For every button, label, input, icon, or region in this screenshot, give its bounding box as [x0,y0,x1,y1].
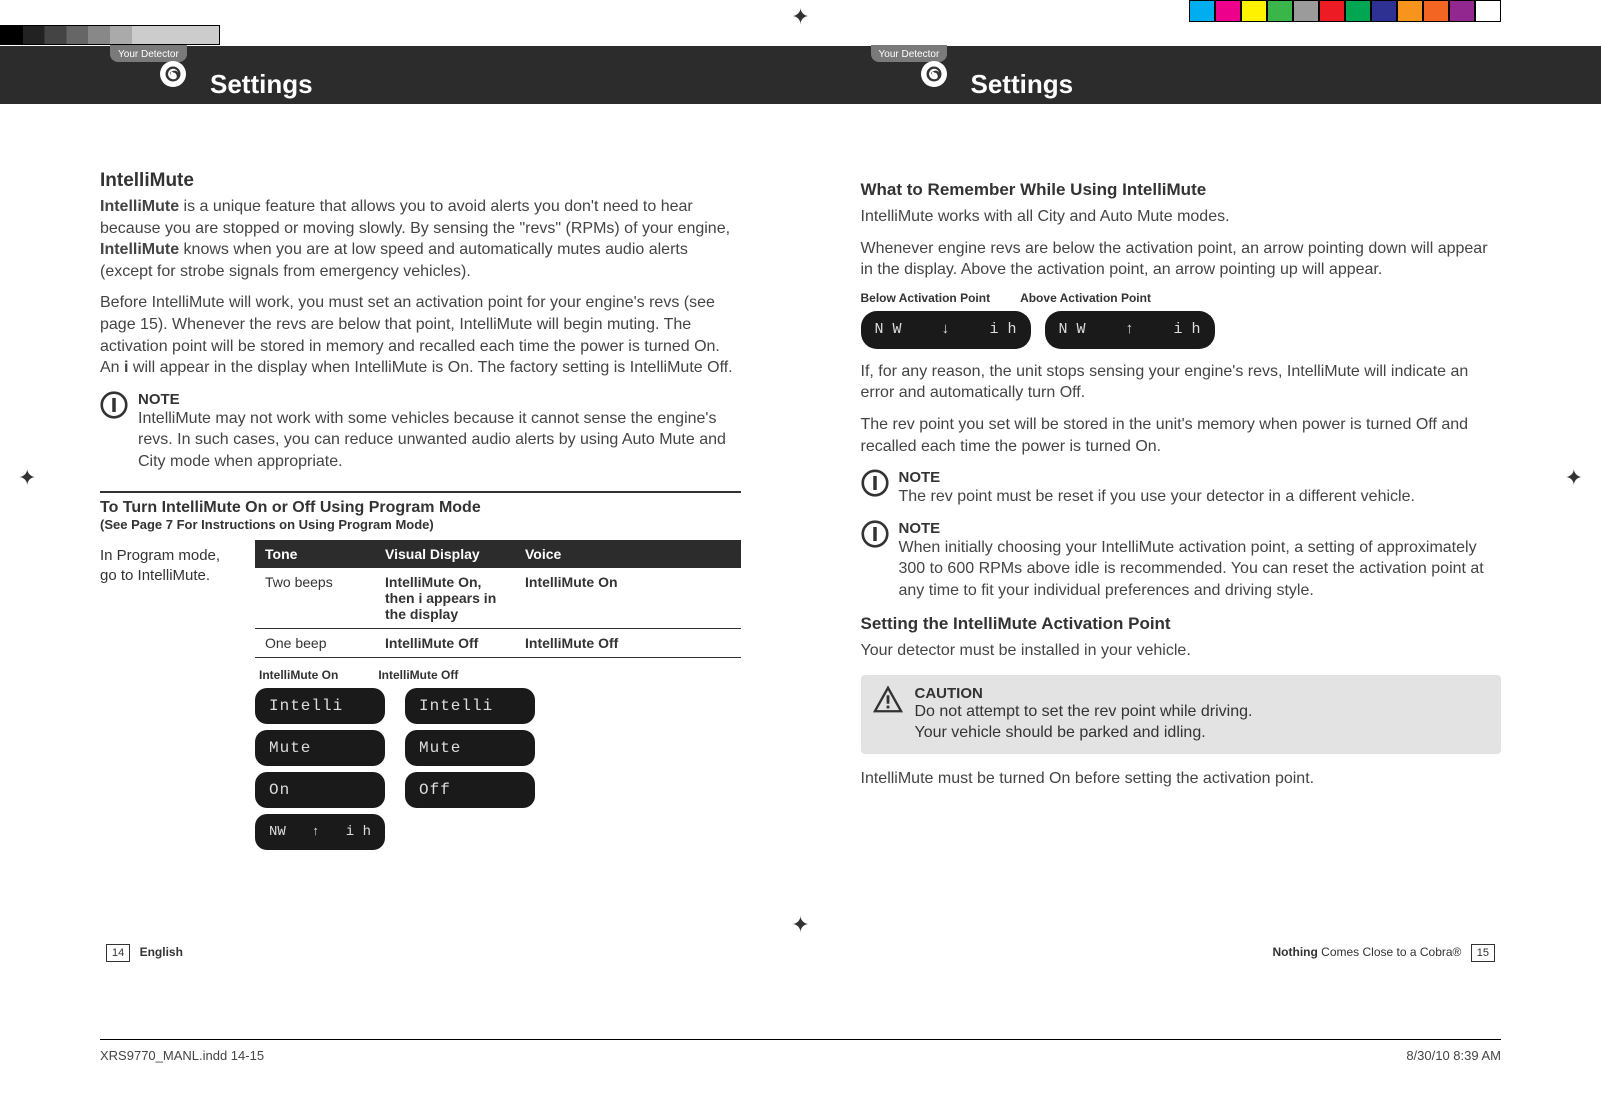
caution-icon [873,685,903,715]
header-title: Settings [210,69,313,100]
note-block: NOTE The rev point must be reset if you … [861,469,1502,508]
display-pill: Intelli [255,688,385,724]
note-label: NOTE [899,469,1415,486]
table-subtitle: (See Page 7 For Instructions on Using Pr… [100,517,741,532]
activation-display-below: N W ↓ i h [861,311,1031,349]
body-text: IntelliMute works with all City and Auto… [861,206,1502,228]
color-swatch [1475,0,1501,22]
imprint-date: 8/30/10 8:39 AM [1406,1048,1501,1063]
color-swatch [1397,0,1423,22]
note-text: When initially choosing your IntelliMute… [899,537,1502,602]
activation-display-above: N W ↑ i h [1045,311,1215,349]
header-tab: Your Detector [871,45,948,62]
page-header: Your Detector Settings [100,55,741,105]
display-pill: Off [405,772,535,808]
note-label: NOTE [138,391,741,408]
page-footer: 14 English [100,945,741,959]
display-pill: On [255,772,385,808]
label-below: Below Activation Point [861,291,991,305]
color-swatch [1423,0,1449,22]
header-title: Settings [971,69,1074,100]
label-on: IntelliMute On [259,668,338,682]
footer-language: English [140,945,183,959]
col-voice: Voice [515,540,645,568]
label-off: IntelliMute Off [378,668,458,682]
color-swatch [1371,0,1397,22]
table-instruction: In Program mode, go to IntelliMute. [100,540,235,850]
color-swatch [1215,0,1241,22]
page-14: Your Detector Settings IntelliMute Intel… [100,55,741,959]
body-text: If, for any reason, the unit stops sensi… [861,361,1502,404]
note-block: NOTE When initially choosing your Intell… [861,520,1502,602]
table-title: To Turn IntelliMute On or Off Using Prog… [100,499,741,517]
arrow-down-icon: ↓ [941,321,950,338]
page-number: 15 [1471,944,1495,962]
note-icon [861,469,889,497]
note-block: NOTE IntelliMute may not work with some … [100,391,741,473]
col-tone: Tone [255,540,375,568]
intellimute-heading: IntelliMute [100,170,741,192]
color-swatch [1189,0,1215,22]
caution-block: CAUTION Do not attempt to set the rev po… [861,675,1502,754]
arrow-up-icon: ↑ [312,824,320,839]
display-pill: Intelli [405,688,535,724]
imprint-line: XRS9770_MANL.indd 14-15 8/30/10 8:39 AM [100,1039,1501,1063]
color-swatch [1319,0,1345,22]
page-15: Your Detector Settings What to Remember … [861,55,1502,959]
table-row: One beep IntelliMute Off IntelliMute Off [255,629,741,658]
registration-mark-icon: ✦ [791,4,809,30]
note-text: The rev point must be reset if you use y… [899,486,1415,508]
intro-paragraph: IntelliMute is a unique feature that all… [100,196,741,282]
note-icon [100,391,128,419]
imprint-file: XRS9770_MANL.indd 14-15 [100,1048,264,1063]
header-tab: Your Detector [110,45,187,62]
page-header: Your Detector Settings [861,55,1502,105]
program-mode-table: Tone Visual Display Voice Two beeps Inte… [255,540,741,850]
caution-label: CAUTION [915,685,1253,702]
display-pill: Mute [405,730,535,766]
label-above: Above Activation Point [1020,291,1151,305]
divider [100,491,741,493]
color-swatches [1189,0,1501,22]
remember-heading: What to Remember While Using IntelliMute [861,180,1502,200]
note-icon [861,520,889,548]
activation-paragraph: Before IntelliMute will work, you must s… [100,292,741,378]
color-swatch [1293,0,1319,22]
note-text: IntelliMute may not work with some vehic… [138,408,741,473]
body-text: IntelliMute must be turned On before set… [861,768,1502,790]
note-label: NOTE [899,520,1502,537]
arrow-up-icon: ↑ [1125,321,1134,338]
color-swatch [1449,0,1475,22]
grayscale-swatch [0,25,220,45]
registration-mark-icon: ✦ [18,465,36,491]
body-text: Whenever engine revs are below the activ… [861,238,1502,281]
setting-heading: Setting the IntelliMute Activation Point [861,614,1502,634]
swirl-icon [160,61,186,87]
caution-text: Do not attempt to set the rev point whil… [915,702,1253,744]
page-footer: Nothing Comes Close to a Cobra® 15 [861,945,1502,959]
page-number: 14 [106,944,130,962]
display-pill: Mute [255,730,385,766]
registration-mark-icon: ✦ [1565,465,1583,491]
table-row: Two beeps IntelliMute On, then i appears… [255,568,741,629]
color-swatch [1267,0,1293,22]
swirl-icon [921,61,947,87]
color-swatch [1241,0,1267,22]
color-swatch [1345,0,1371,22]
body-text: Your detector must be installed in your … [861,640,1502,662]
footer-tagline: Nothing [1273,945,1318,959]
body-text: The rev point you set will be stored in … [861,414,1502,457]
col-visual: Visual Display [375,540,515,568]
status-display-pill: NW ↑ i h [255,814,385,850]
